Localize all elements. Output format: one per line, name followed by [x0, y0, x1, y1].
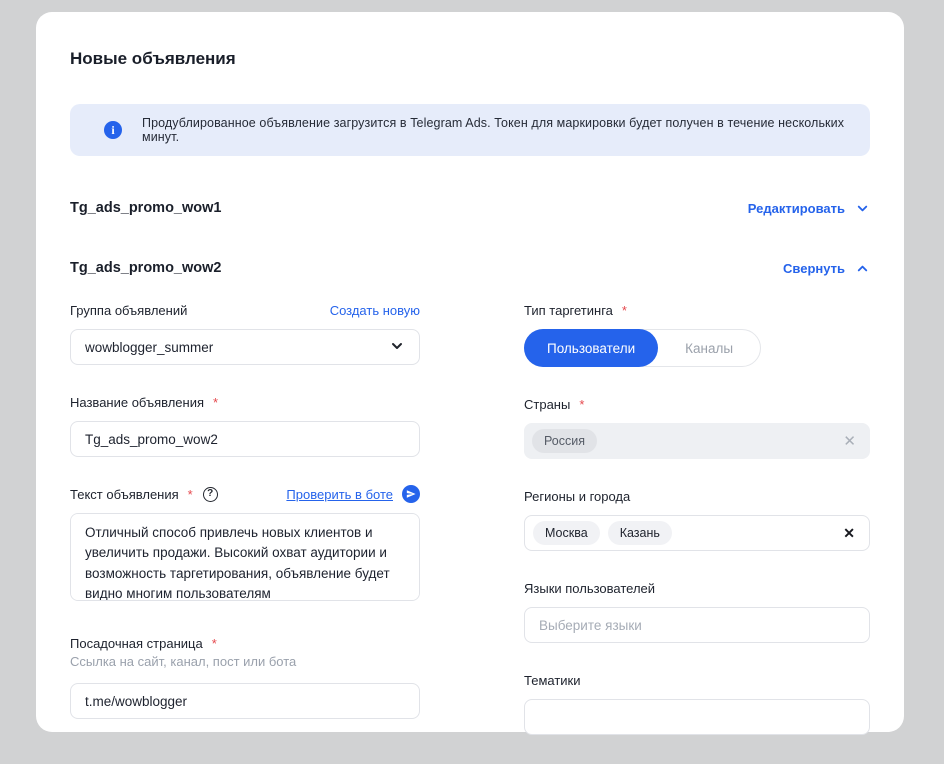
ad-section-row-2: Tg_ads_promo_wow2 Свернуть [70, 258, 870, 278]
chevron-up-icon [855, 261, 870, 276]
create-group-link[interactable]: Создать новую [330, 303, 420, 318]
chevron-down-icon [855, 201, 870, 216]
ad-name-field-group: Название объявления * [70, 394, 420, 457]
languages-label: Языки пользователей [524, 581, 655, 596]
topics-input[interactable] [524, 699, 870, 735]
country-tag: Россия [532, 429, 597, 453]
content-card: Новые объявления i Продублированное объя… [36, 12, 904, 732]
ad-group-select[interactable]: wowblogger_summer [70, 329, 420, 365]
ad-section-row-1: Tg_ads_promo_wow1 Редактировать [70, 198, 870, 218]
countries-field-group: Страны * Россия ✕ [524, 396, 870, 459]
banner-text: Продублированное объявление загрузится в… [142, 116, 846, 144]
required-mark: * [188, 487, 193, 502]
telegram-icon[interactable] [402, 485, 420, 503]
required-mark: * [579, 397, 584, 412]
countries-label: Страны [524, 397, 570, 412]
info-icon: i [104, 121, 122, 139]
expand-section-label: Редактировать [748, 201, 845, 216]
ad-name-label: Название объявления [70, 395, 204, 410]
regions-label: Регионы и города [524, 489, 630, 504]
check-in-bot-link[interactable]: Проверить в боте [286, 487, 393, 502]
landing-page-field-group: Посадочная страница * Ссылка на сайт, кан… [70, 635, 420, 719]
form-left-column: Группа объявлений Создать новую wowblogg… [70, 302, 420, 764]
ad-group-field-group: Группа объявлений Создать новую wowblogg… [70, 302, 420, 365]
info-banner: i Продублированное объявление загрузится… [70, 104, 870, 156]
region-tag: Казань [608, 521, 672, 545]
clear-countries-icon[interactable]: ✕ [843, 434, 856, 449]
chevron-down-icon [389, 338, 405, 357]
required-mark: * [213, 395, 218, 410]
targeting-type-label: Тип таргетинга [524, 303, 613, 318]
ad-text-field-group: Текст объявления * ? Проверить в боте Отл… [70, 486, 420, 606]
ad-text-label: Текст объявления [70, 487, 179, 502]
ad-name-input[interactable] [70, 421, 420, 457]
page-title: Новые объявления [70, 49, 870, 69]
ad-text-textarea[interactable]: Отличный способ привлечь новых клиентов … [70, 513, 420, 601]
ad-form: Группа объявлений Создать новую wowblogg… [70, 302, 870, 764]
toggle-option-channels[interactable]: Каналы [658, 341, 760, 356]
clear-regions-icon[interactable]: ✕ [843, 526, 855, 540]
help-icon[interactable]: ? [203, 487, 218, 502]
region-tag: Москва [533, 521, 600, 545]
collapse-section-button[interactable]: Свернуть [783, 261, 870, 276]
targeting-type-toggle: Пользователи Каналы [524, 329, 761, 367]
regions-field-group: Регионы и города Москва Казань ✕ [524, 488, 870, 551]
languages-input[interactable] [524, 607, 870, 643]
regions-field[interactable]: Москва Казань ✕ [524, 515, 870, 551]
topics-field-group: Тематики [524, 672, 870, 735]
ad-section-title-2: Tg_ads_promo_wow2 [70, 260, 221, 276]
form-right-column: Тип таргетинга * Пользователи Каналы Стра… [524, 302, 870, 764]
landing-page-label: Посадочная страница [70, 636, 203, 651]
ad-group-label: Группа объявлений [70, 303, 187, 318]
countries-field[interactable]: Россия ✕ [524, 423, 870, 459]
languages-field-group: Языки пользователей [524, 580, 870, 643]
required-mark: * [622, 303, 627, 318]
toggle-option-users[interactable]: Пользователи [524, 329, 658, 367]
required-mark: * [212, 636, 217, 651]
ad-section-title-1: Tg_ads_promo_wow1 [70, 200, 221, 216]
landing-page-input[interactable] [70, 683, 420, 719]
ad-group-selected-value: wowblogger_summer [85, 340, 213, 355]
targeting-type-field-group: Тип таргетинга * Пользователи Каналы [524, 302, 870, 367]
collapse-section-label: Свернуть [783, 261, 845, 276]
landing-page-hint: Ссылка на сайт, канал, пост или бота [70, 654, 420, 669]
topics-label: Тематики [524, 673, 581, 688]
expand-section-button[interactable]: Редактировать [748, 201, 870, 216]
